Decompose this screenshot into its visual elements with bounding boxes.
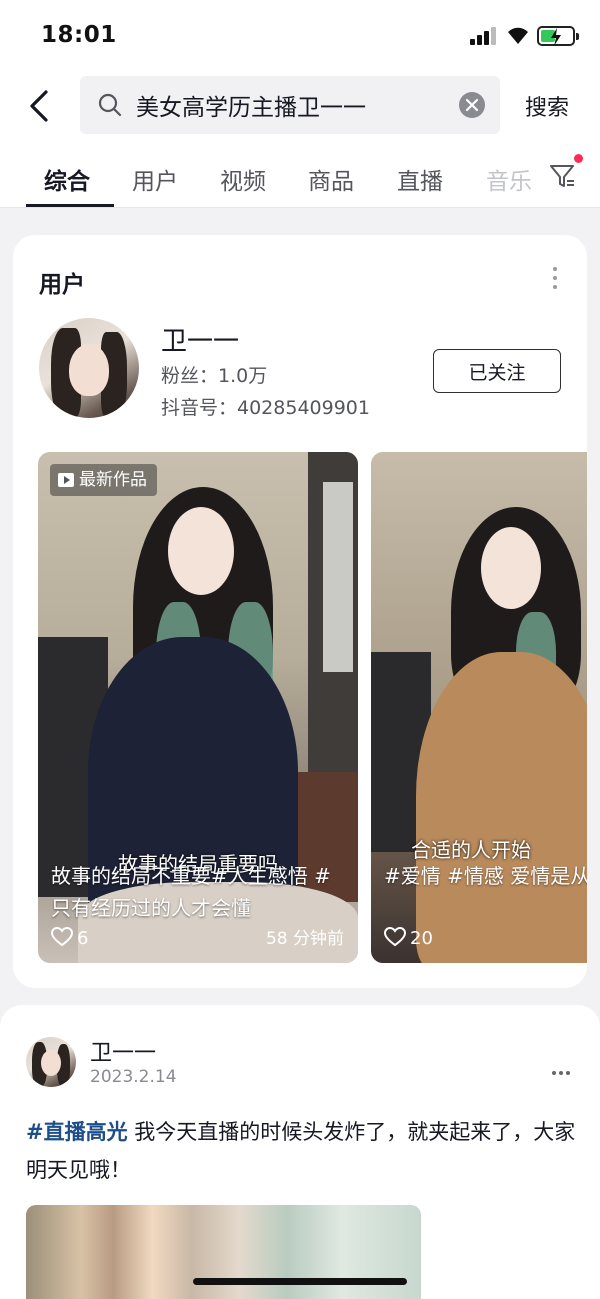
post-more-icon[interactable] bbox=[552, 1060, 573, 1079]
search-header: 搜索 bbox=[0, 70, 600, 148]
section-title: 用户 bbox=[39, 272, 85, 298]
post-date: 2023.2.14 bbox=[90, 1067, 177, 1087]
tab-live[interactable]: 直播 bbox=[397, 162, 443, 196]
filter-icon[interactable] bbox=[548, 162, 576, 190]
video-subtitle: 合适的人开始 bbox=[411, 838, 531, 862]
filter-notification-dot bbox=[574, 154, 583, 163]
heart-icon bbox=[50, 926, 74, 947]
latest-work-badge: 最新作品 bbox=[50, 464, 157, 496]
post-card: 卫一一 2023.2.14 #直播高光 我今天直播的时候头发炸了，就夹起来了，大… bbox=[0, 1005, 600, 1299]
video-icon bbox=[58, 473, 74, 487]
status-bar: 18:01 bbox=[0, 0, 600, 70]
post-author[interactable]: 卫一一 bbox=[90, 1035, 156, 1067]
clear-search-icon[interactable] bbox=[459, 92, 485, 118]
avatar[interactable] bbox=[39, 318, 139, 418]
post-text: #直播高光 我今天直播的时候头发炸了，就夹起来了，大家明天见哦！ bbox=[26, 1113, 576, 1189]
cellular-signal-icon bbox=[470, 27, 498, 45]
battery-icon bbox=[537, 26, 579, 46]
post-hashtag[interactable]: #直播高光 bbox=[26, 1120, 128, 1144]
video-thumbnail[interactable]: 合适的人开始 #爱情 #情感 爱情是从合适开始 己开始的 20 bbox=[371, 452, 587, 963]
follow-button[interactable]: 已关注 bbox=[433, 349, 561, 393]
video-caption: 故事的结局不重要#人生感悟 #只有经历过的人才会懂 bbox=[51, 864, 331, 920]
user-fans: 粉丝：1.0万 bbox=[161, 365, 268, 387]
home-indicator bbox=[193, 1278, 407, 1285]
like-count: 20 bbox=[383, 926, 433, 949]
video-thumbnail[interactable]: 最新作品 故事的结局重要吗 故事的结局不重要#人生感悟 #只有经历过的人才会懂 … bbox=[38, 452, 358, 963]
search-icon bbox=[98, 93, 122, 117]
post-time: 58 分钟前 bbox=[265, 929, 344, 949]
tab-all[interactable]: 综合 bbox=[44, 162, 90, 196]
search-input[interactable] bbox=[136, 84, 436, 126]
tab-products[interactable]: 商品 bbox=[308, 162, 354, 196]
user-douyin-id: 抖音号：40285409901 bbox=[161, 397, 370, 419]
status-time: 18:01 bbox=[41, 22, 117, 48]
active-tab-indicator bbox=[26, 204, 114, 207]
tab-bar: 综合 用户 视频 商品 直播 音乐 bbox=[0, 148, 600, 208]
back-arrow-icon[interactable] bbox=[26, 88, 56, 124]
tab-videos[interactable]: 视频 bbox=[220, 162, 266, 196]
user-result-card: 用户 卫一一 粉丝：1.0万 抖音号：40285409901 已关注 最新作品 … bbox=[13, 235, 587, 988]
search-button[interactable]: 搜索 bbox=[525, 90, 569, 122]
post-avatar[interactable] bbox=[26, 1037, 76, 1087]
tab-music[interactable]: 音乐 bbox=[486, 162, 534, 196]
search-box[interactable] bbox=[80, 76, 500, 134]
tab-users[interactable]: 用户 bbox=[132, 162, 178, 196]
wifi-icon bbox=[508, 27, 528, 44]
heart-icon bbox=[383, 926, 407, 947]
user-name[interactable]: 卫一一 bbox=[161, 321, 239, 358]
like-count: 6 bbox=[50, 926, 88, 949]
more-options-icon[interactable] bbox=[553, 267, 559, 291]
video-caption: #爱情 #情感 爱情是从合适开始 己开始的 bbox=[384, 864, 587, 888]
